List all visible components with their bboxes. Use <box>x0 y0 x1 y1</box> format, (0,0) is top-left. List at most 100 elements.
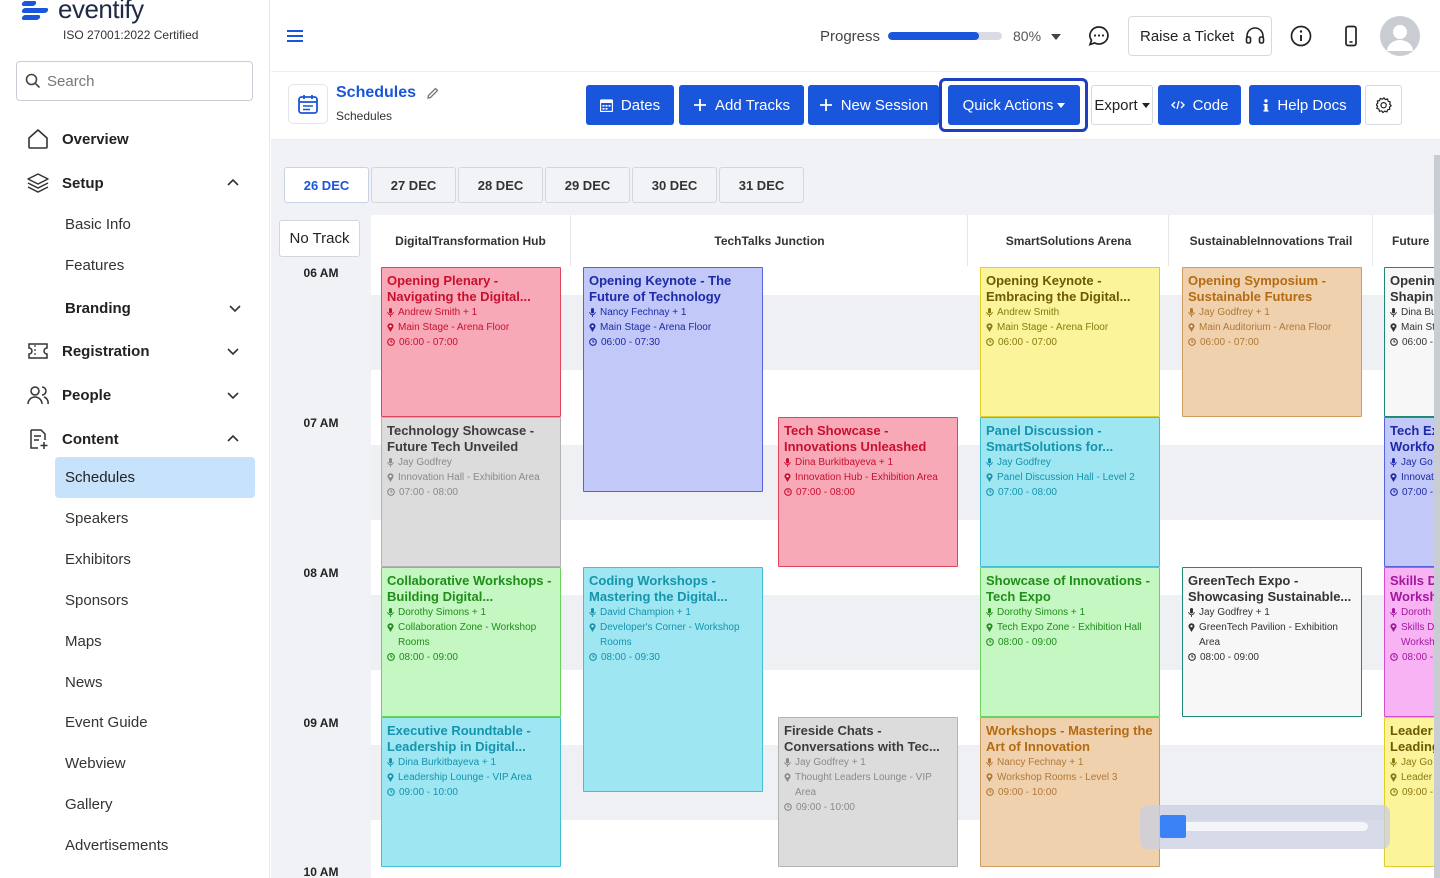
session-card[interactable]: Opening Shaping Dina Bu Main St 06:00 - <box>1384 267 1440 417</box>
session-card[interactable]: Tech Ex Workfo Jay Go Innovat 07:00 - <box>1384 417 1440 567</box>
caret-down-icon[interactable] <box>1051 34 1061 40</box>
session-title: Opening Plenary - Navigating the Digital… <box>387 273 531 304</box>
date-tab-31-dec[interactable]: 31 DEC <box>719 167 804 203</box>
microphone-icon <box>387 308 394 317</box>
code-icon <box>1170 100 1185 110</box>
session-location-text: Main Stage - Arena Floor <box>600 322 712 333</box>
help-docs-button[interactable]: Help Docs <box>1249 85 1361 125</box>
page-title: Schedules <box>336 84 417 101</box>
microphone-icon <box>387 458 394 467</box>
session-title: Fireside Chats - Conversations with Tec.… <box>784 723 940 754</box>
date-tab-28-dec[interactable]: 28 DEC <box>458 167 543 203</box>
session-card[interactable]: Showcase of Innovations - Tech Expo Dorot… <box>980 567 1160 717</box>
sidebar-item-maps[interactable]: Maps <box>55 622 255 660</box>
session-card[interactable]: Coding Workshops - Mastering the Digital… <box>583 567 763 792</box>
sidebar-item-schedules[interactable]: Schedules <box>55 457 255 498</box>
sidebar-item-webview[interactable]: Webview <box>55 744 255 782</box>
info-icon[interactable] <box>1288 23 1314 49</box>
session-speaker-text: David Champion + 1 <box>600 607 691 618</box>
session-time-text: 07:00 - 08:00 <box>796 487 855 498</box>
plus-icon <box>693 99 706 111</box>
session-location: Innovat <box>1390 470 1440 485</box>
sidebar-item-content[interactable]: Content <box>0 422 269 456</box>
search-input[interactable] <box>47 72 237 90</box>
location-pin-icon <box>387 623 394 632</box>
scrollbar-thumb[interactable] <box>1160 815 1186 838</box>
session-card[interactable]: Opening Keynote - The Future of Technolo… <box>583 267 763 492</box>
session-card[interactable]: Skills D Worksh Doroth Skills D Worksho 08:… <box>1384 567 1440 717</box>
clock-icon <box>986 788 994 796</box>
chevron-down-icon[interactable] <box>224 386 242 404</box>
horizontal-scrollbar[interactable] <box>1140 805 1390 849</box>
sidebar-item-setup[interactable]: Setup <box>0 166 269 200</box>
microphone-icon <box>986 308 993 317</box>
session-card[interactable]: Fireside Chats - Conversations with Tec.… <box>778 717 958 867</box>
session-card[interactable]: Collaborative Workshops - Building Digit… <box>381 567 561 717</box>
raise-ticket-button[interactable]: Raise a Ticket <box>1128 16 1272 56</box>
sidebar-item-event-guide[interactable]: Event Guide <box>55 703 255 741</box>
sidebar-item-gallery[interactable]: Gallery <box>55 785 255 823</box>
sidebar-item-speakers[interactable]: Speakers <box>55 499 255 537</box>
sidebar-item-label: Content <box>62 430 119 448</box>
sidebar-item-news[interactable]: News <box>55 663 255 701</box>
chevron-up-icon[interactable] <box>224 174 242 192</box>
sidebar-item-advertisements[interactable]: Advertisements <box>55 826 255 864</box>
session-time-text: 07:00 - <box>1402 487 1434 498</box>
brand-logo[interactable]: eventify <box>21 0 144 25</box>
no-track-button[interactable]: No Track <box>279 220 360 257</box>
session-card[interactable]: Leader Leading Jay Go Leader 09:00 - <box>1384 717 1440 867</box>
progress-value: 80% <box>1013 28 1042 44</box>
chevron-down-icon[interactable] <box>224 342 242 360</box>
sidebar-item-label: Setup <box>62 174 104 192</box>
session-location-text: Developer's Corner - Workshop Rooms <box>600 622 740 648</box>
add-tracks-button[interactable]: Add Tracks <box>679 85 804 125</box>
clock-icon <box>589 653 597 661</box>
date-tab-30-dec[interactable]: 30 DEC <box>632 167 717 203</box>
new-session-button[interactable]: New Session <box>808 85 939 125</box>
chevron-down-icon[interactable] <box>226 299 244 317</box>
chevron-up-icon[interactable] <box>224 430 242 448</box>
vertical-scrollbar[interactable] <box>1434 155 1440 878</box>
settings-button[interactable] <box>1365 85 1402 125</box>
export-button[interactable]: Export <box>1091 85 1153 125</box>
session-card[interactable]: Opening Keynote - Embracing the Digital.… <box>980 267 1160 417</box>
session-time-text: 08:00 - <box>1402 652 1434 663</box>
sidebar-item-features[interactable]: Features <box>55 246 255 284</box>
edit-icon[interactable] <box>426 86 440 100</box>
app-window: eventify ISO 27001:2022 Certified Overvi… <box>0 0 1440 878</box>
code-button[interactable]: Code <box>1158 85 1241 125</box>
session-card[interactable]: Technology Showcase - Future Tech Unveil… <box>381 417 561 567</box>
session-card[interactable]: Workshops - Mastering the Art of Innovat… <box>980 717 1160 867</box>
dates-button[interactable]: Dates <box>586 85 674 125</box>
session-location-text: Innovation Hub - Exhibition Area <box>795 472 938 483</box>
sidebar-item-registration[interactable]: Registration <box>0 334 269 368</box>
chat-icon[interactable] <box>1086 23 1112 49</box>
clock-icon <box>1188 653 1196 661</box>
sidebar-item-sponsors[interactable]: Sponsors <box>55 581 255 619</box>
avatar[interactable] <box>1380 16 1420 56</box>
session-speaker-text: Dorothy Simons + 1 <box>398 607 487 618</box>
session-card[interactable]: Executive Roundtable - Leadership in Dig… <box>381 717 561 867</box>
session-card[interactable]: GreenTech Expo - Showcasing Sustainable.… <box>1182 567 1362 717</box>
caret-down-icon <box>1141 102 1150 108</box>
session-location: Innovation Hall - Exhibition Area <box>387 470 555 485</box>
menu-icon[interactable] <box>287 28 303 44</box>
sidebar-item-people[interactable]: People <box>0 378 269 412</box>
date-tab-29-dec[interactable]: 29 DEC <box>545 167 630 203</box>
sidebar-item-basic-info[interactable]: Basic Info <box>55 205 255 243</box>
session-speaker-text: Dorothy Simons + 1 <box>997 607 1086 618</box>
sidebar-item-overview[interactable]: Overview <box>0 122 269 156</box>
caret-down-icon <box>1057 102 1066 108</box>
certification-label: ISO 27001:2022 Certified <box>63 28 199 42</box>
date-tab-26-dec[interactable]: 26 DEC <box>284 167 369 203</box>
quick-actions-button[interactable]: Quick Actions <box>948 85 1080 125</box>
session-card[interactable]: Tech Showcase - Innovations Unleashed Din… <box>778 417 958 567</box>
session-card[interactable]: Opening Symposium - Sustainable Futures J… <box>1182 267 1362 417</box>
session-card[interactable]: Opening Plenary - Navigating the Digital… <box>381 267 561 417</box>
session-card[interactable]: Panel Discussion - SmartSolutions for...… <box>980 417 1160 567</box>
sidebar-item-exhibitors[interactable]: Exhibitors <box>55 540 255 578</box>
date-tab-27-dec[interactable]: 27 DEC <box>371 167 456 203</box>
sidebar-item-branding[interactable]: Branding <box>0 291 269 325</box>
mobile-icon[interactable] <box>1338 23 1364 49</box>
sidebar-search[interactable] <box>16 61 253 101</box>
